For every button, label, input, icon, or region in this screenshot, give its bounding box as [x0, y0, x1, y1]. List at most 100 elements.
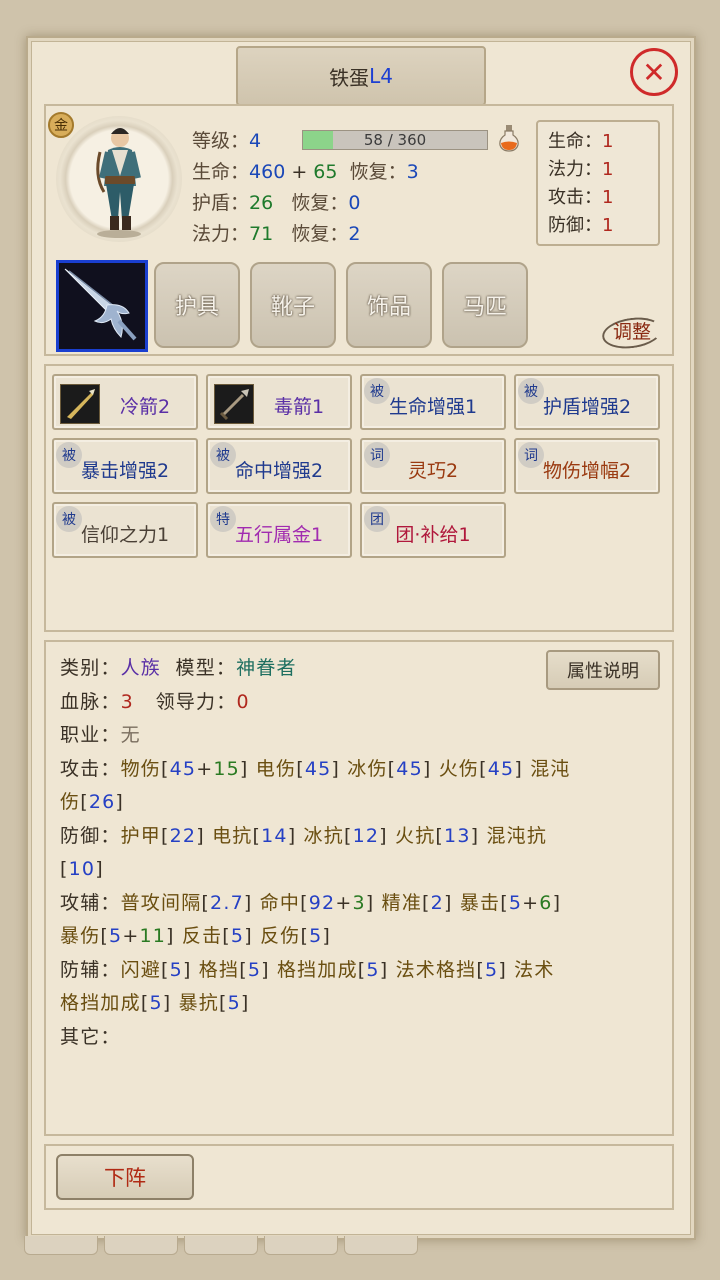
plus-sign: + [335, 891, 353, 914]
skill-five-elements-metal[interactable]: 特 五行属金1 [206, 502, 352, 558]
bottom-tab[interactable] [344, 1236, 418, 1255]
skill-hit-boost[interactable]: 被 命中增强2 [206, 438, 352, 494]
attr-label: 生命： [548, 131, 602, 152]
hero-level: L4 [369, 64, 393, 88]
equip-slot-accessory[interactable]: 饰品 [346, 262, 432, 348]
spell-block-bonus-label-cont: 格挡加成 [60, 992, 141, 1014]
leadership-value: 0 [236, 690, 250, 713]
ice-sword-icon [64, 268, 137, 341]
phys-dmg-label: 物伤 [120, 757, 162, 780]
chaos-dmg-label: 混沌 [530, 757, 571, 780]
equip-slot-boots[interactable]: 靴子 [250, 262, 336, 348]
equip-slot-armor[interactable]: 护具 [154, 262, 240, 348]
bottom-tab[interactable] [184, 1236, 258, 1255]
dodge-label: 闪避 [120, 958, 162, 981]
skill-cold-arrow[interactable]: 冷箭2 [52, 374, 198, 430]
shield-regen-label: 恢复： [291, 192, 349, 214]
attribute-info-text: 类别：人族 模型：神眷者 血脉：3 领导力：0 职业：无 攻击：物伤[45+15… [60, 657, 571, 1048]
skill-crit-boost[interactable]: 被 暴击增强2 [52, 438, 198, 494]
crit-dmg-label: 暴伤 [60, 925, 101, 947]
shield-label: 护盾： [192, 192, 250, 214]
block-value: 5 [247, 958, 262, 981]
mana-regen-label: 恢复： [291, 223, 349, 245]
phys-dmg-bonus: 15 [213, 757, 240, 780]
hit-base: 92 [308, 891, 336, 914]
bottom-tab[interactable] [104, 1236, 178, 1255]
hero-portrait[interactable] [56, 116, 182, 242]
skill-team-supply[interactable]: 团 团·补给1 [360, 502, 506, 558]
bottom-tab[interactable] [264, 1236, 338, 1255]
mana-label: 法力： [192, 223, 250, 245]
hero-name: 铁蛋 [329, 65, 370, 90]
ice-dmg-label: 冰伤 [347, 757, 388, 780]
spell-block-value: 5 [485, 958, 499, 981]
attr-row: 法力：1 [548, 156, 648, 184]
attr-row: 防御：1 [548, 212, 648, 240]
crit-res-value: 5 [227, 992, 241, 1014]
skill-agility[interactable]: 词 灵巧2 [360, 438, 506, 494]
grade-badge: 金 [48, 112, 74, 138]
block-label: 格挡 [198, 958, 240, 981]
chaos-dmg-label-cont: 伤 [60, 791, 81, 813]
potion-icon[interactable] [498, 124, 520, 152]
skill-name: 毒箭1 [273, 396, 325, 418]
chaos-res-value: 10 [68, 858, 96, 880]
chaos-res-label: 混沌抗 [486, 824, 548, 847]
ice-res-label: 冰抗 [303, 824, 344, 847]
elec-dmg-value: 45 [304, 757, 332, 780]
skill-name: 物伤增幅2 [542, 460, 632, 482]
elec-res-value: 14 [261, 824, 288, 847]
bottom-tab[interactable] [24, 1236, 98, 1255]
skill-name: 命中增强2 [234, 460, 324, 482]
job-label: 职业： [60, 724, 121, 746]
hp-regen-label: 恢复： [349, 161, 407, 183]
hit-label: 命中 [259, 891, 301, 914]
bottom-tab-strip [22, 1236, 702, 1256]
level-value: 4 [249, 130, 262, 152]
skill-poison-arrow[interactable]: 毒箭1 [206, 374, 352, 430]
skill-name: 五行属金1 [234, 524, 324, 546]
spell-block-label: 法术格挡 [395, 958, 477, 981]
spell-block-bonus-value: 5 [149, 992, 163, 1014]
crit-res-label: 暴抗 [178, 992, 219, 1014]
skill-life-boost[interactable]: 被 生命增强1 [360, 374, 506, 430]
skill-faith[interactable]: 被 信仰之力1 [52, 502, 198, 558]
plus-sign: + [196, 757, 214, 780]
chaos-dmg-value: 26 [88, 791, 116, 813]
hp-regen: 3 [406, 161, 419, 183]
reflect-value: 5 [309, 925, 323, 947]
attr-value: 1 [602, 131, 614, 152]
attribute-points-box: 生命：1 法力：1 攻击：1 防御：1 [536, 120, 660, 246]
crit-label: 暴击 [459, 891, 501, 914]
hero-title-plate: 铁蛋 L4 [236, 46, 486, 106]
skill-shield-boost[interactable]: 被 护盾增强2 [514, 374, 660, 430]
skill-name: 冷箭2 [119, 396, 171, 418]
plus-sign: + [122, 925, 140, 947]
equip-slot-horse[interactable]: 马匹 [442, 262, 528, 348]
ice-dmg-value: 45 [396, 757, 423, 780]
shield-regen: 0 [348, 192, 361, 214]
hit-bonus: 3 [352, 891, 366, 914]
armor-value: 22 [169, 824, 197, 847]
close-button[interactable]: ✕ [630, 48, 678, 96]
precision-value: 2 [430, 891, 444, 914]
adjust-label: 调整 [612, 320, 651, 343]
retreat-button[interactable]: 下阵 [56, 1154, 194, 1200]
crit-bonus: 6 [539, 891, 553, 914]
other-label: 其它： [60, 1025, 121, 1048]
adjust-button[interactable]: 调整 [602, 312, 662, 348]
crit-dmg-base: 5 [109, 925, 123, 947]
category-value: 人族 [120, 657, 162, 679]
attr-value: 1 [602, 187, 614, 208]
shield-value: 26 [249, 192, 274, 214]
defense-label: 防御： [60, 824, 121, 847]
weapon-slot[interactable] [56, 260, 148, 352]
attr-label: 攻击： [548, 187, 602, 208]
block-bonus-label: 格挡加成 [276, 958, 358, 981]
hp-label: 生命： [192, 161, 250, 183]
skill-name: 暴击增强2 [80, 460, 170, 482]
block-bonus-value: 5 [366, 958, 380, 981]
skill-phys-amp[interactable]: 词 物伤增幅2 [514, 438, 660, 494]
mana-regen: 2 [348, 223, 361, 245]
skill-name: 护盾增强2 [542, 396, 632, 418]
